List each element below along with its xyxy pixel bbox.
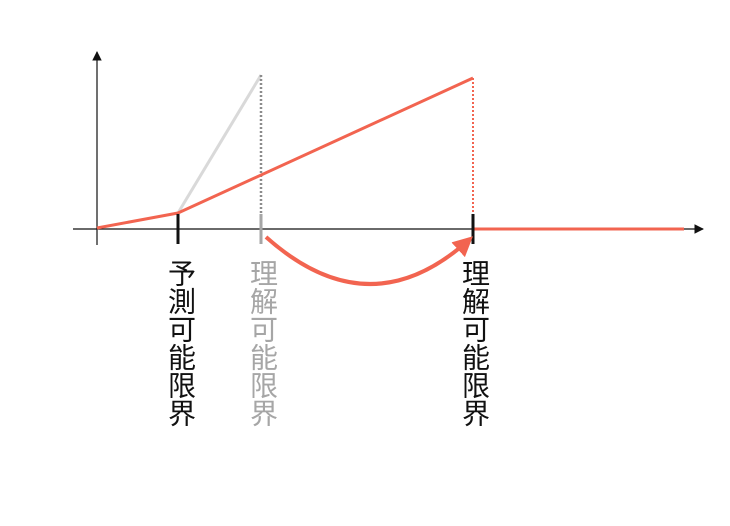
label-understanding-limit-old: 理解可能限界 [246, 259, 279, 427]
label-prediction-limit: 予測可能限界 [164, 259, 197, 427]
red-main-line [96, 76, 474, 230]
gray-steep-line [176, 74, 263, 214]
label-understanding-limit-new: 理解可能限界 [458, 259, 491, 427]
shift-arrow [264, 235, 473, 286]
diagram-canvas [73, 51, 704, 286]
